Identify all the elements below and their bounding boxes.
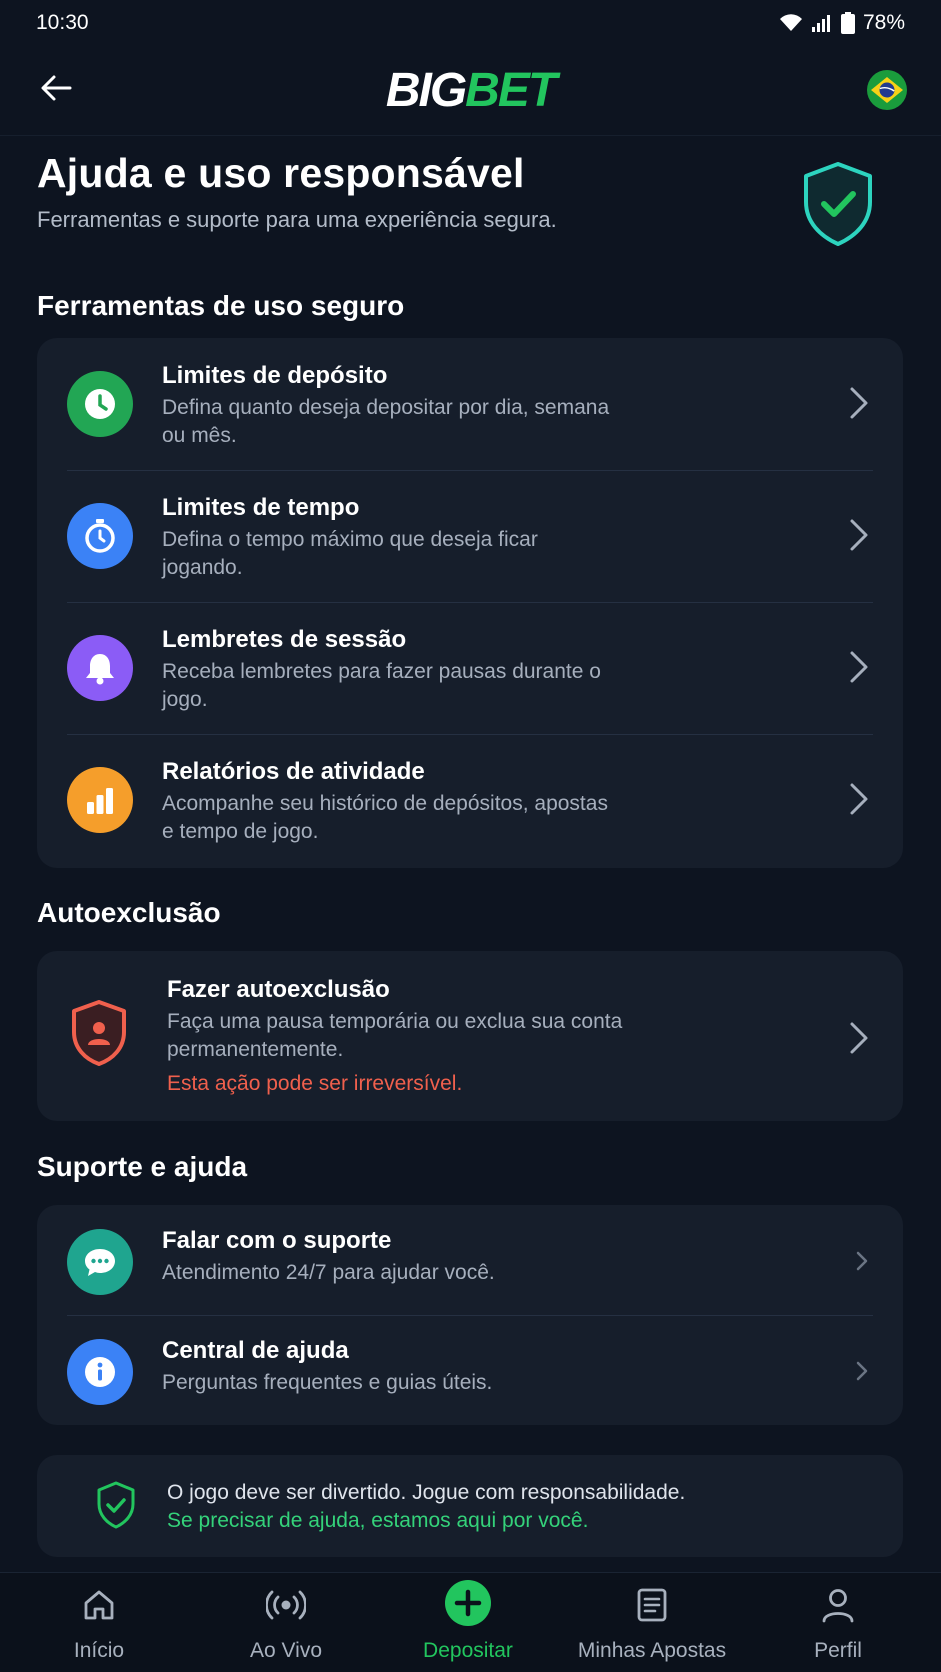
safe-tools-card: Limites de depósito Defina quanto deseja…: [37, 338, 903, 868]
list-item-time-limits[interactable]: Limites de tempo Defina o tempo máximo q…: [37, 470, 903, 602]
page-title: Ajuda e uso responsável: [37, 150, 525, 196]
list-item-activity-reports[interactable]: Relatórios de atividade Acompanhe seu hi…: [37, 734, 903, 868]
clock-icon: [67, 371, 133, 437]
back-button[interactable]: [36, 68, 76, 108]
self-exclusion-desc: Faça uma pausa temporária ou exclua sua …: [167, 1010, 623, 1061]
profile-icon: [822, 1589, 854, 1623]
chevron-right-icon: [850, 783, 868, 815]
battery-level: 78%: [862, 11, 905, 34]
note-line-2: Se precisar de ajuda, estamos aqui por v…: [167, 1509, 589, 1532]
chevron-right-icon: [856, 1251, 868, 1271]
note-line-1: O jogo deve ser divertido. Jogue com res…: [167, 1481, 686, 1504]
nav-item-home[interactable]: Início: [14, 1573, 184, 1672]
bigbet-logo[interactable]: BIGBET: [386, 63, 557, 118]
user-shield-icon: [69, 999, 129, 1072]
list-item-session-reminders[interactable]: Lembretes de sessão Receba lembretes par…: [37, 602, 903, 734]
status-time: 10:30: [36, 11, 89, 34]
plus-circle-icon: [445, 1580, 491, 1626]
bottom-navigation: Início Ao Vivo Depositar Minhas Apostas …: [0, 1572, 941, 1672]
support-card: Falar com o suporte Atendimento 24/7 par…: [37, 1205, 903, 1425]
list-item-deposit-limits[interactable]: Limites de depósito Defina quanto deseja…: [37, 338, 903, 470]
chevron-right-icon: [850, 1022, 868, 1054]
status-bar: 10:30 78%: [0, 0, 941, 46]
battery-icon: [840, 12, 855, 34]
list-item-help-center[interactable]: Central de ajuda Perguntas frequentes e …: [37, 1315, 903, 1425]
brazil-flag-icon[interactable]: [867, 70, 907, 110]
app-header: BIGBET: [0, 46, 941, 136]
arrow-left-icon: [41, 75, 72, 101]
bell-icon: [67, 635, 133, 701]
section-title-safe-tools: Ferramentas de uso seguro: [37, 290, 405, 321]
bets-list-icon: [637, 1588, 667, 1622]
home-icon: [84, 1590, 114, 1620]
self-exclusion-card[interactable]: Fazer autoexclusão Faça uma pausa tempor…: [37, 951, 903, 1121]
wifi-icon: [779, 14, 802, 31]
bar-chart-icon: [67, 767, 133, 833]
nav-item-live[interactable]: Ao Vivo: [201, 1573, 371, 1672]
page-hero: Ajuda e uso responsável Ferramentas e su…: [37, 150, 897, 233]
responsible-gaming-note: O jogo deve ser divertido. Jogue com res…: [37, 1455, 903, 1557]
irreversible-warning: Esta ação pode ser irreversível.: [167, 1072, 463, 1095]
section-title-support: Suporte e ajuda: [37, 1151, 248, 1182]
stopwatch-icon: [67, 503, 133, 569]
shield-check-icon: [798, 160, 878, 248]
status-icons: 78%: [779, 11, 905, 35]
page-subtitle: Ferramentas e suporte para uma experiênc…: [37, 207, 557, 232]
list-item-contact-support[interactable]: Falar com o suporte Atendimento 24/7 par…: [37, 1205, 903, 1315]
chevron-right-icon: [856, 1361, 868, 1381]
shield-check-icon: [95, 1481, 137, 1534]
signal-icon: [811, 15, 830, 32]
info-icon: [67, 1339, 133, 1405]
section-title-self-exclusion: Autoexclusão: [37, 897, 221, 928]
chevron-right-icon: [850, 651, 868, 683]
nav-item-my-bets[interactable]: Minhas Apostas: [547, 1573, 757, 1672]
live-icon: [266, 1590, 306, 1620]
chevron-right-icon: [850, 519, 868, 551]
nav-item-deposit[interactable]: Depositar: [383, 1573, 553, 1672]
chat-icon: [67, 1229, 133, 1295]
chevron-right-icon: [850, 387, 868, 419]
self-exclusion-title: Fazer autoexclusão: [167, 976, 390, 1003]
nav-item-profile[interactable]: Perfil: [753, 1573, 923, 1672]
